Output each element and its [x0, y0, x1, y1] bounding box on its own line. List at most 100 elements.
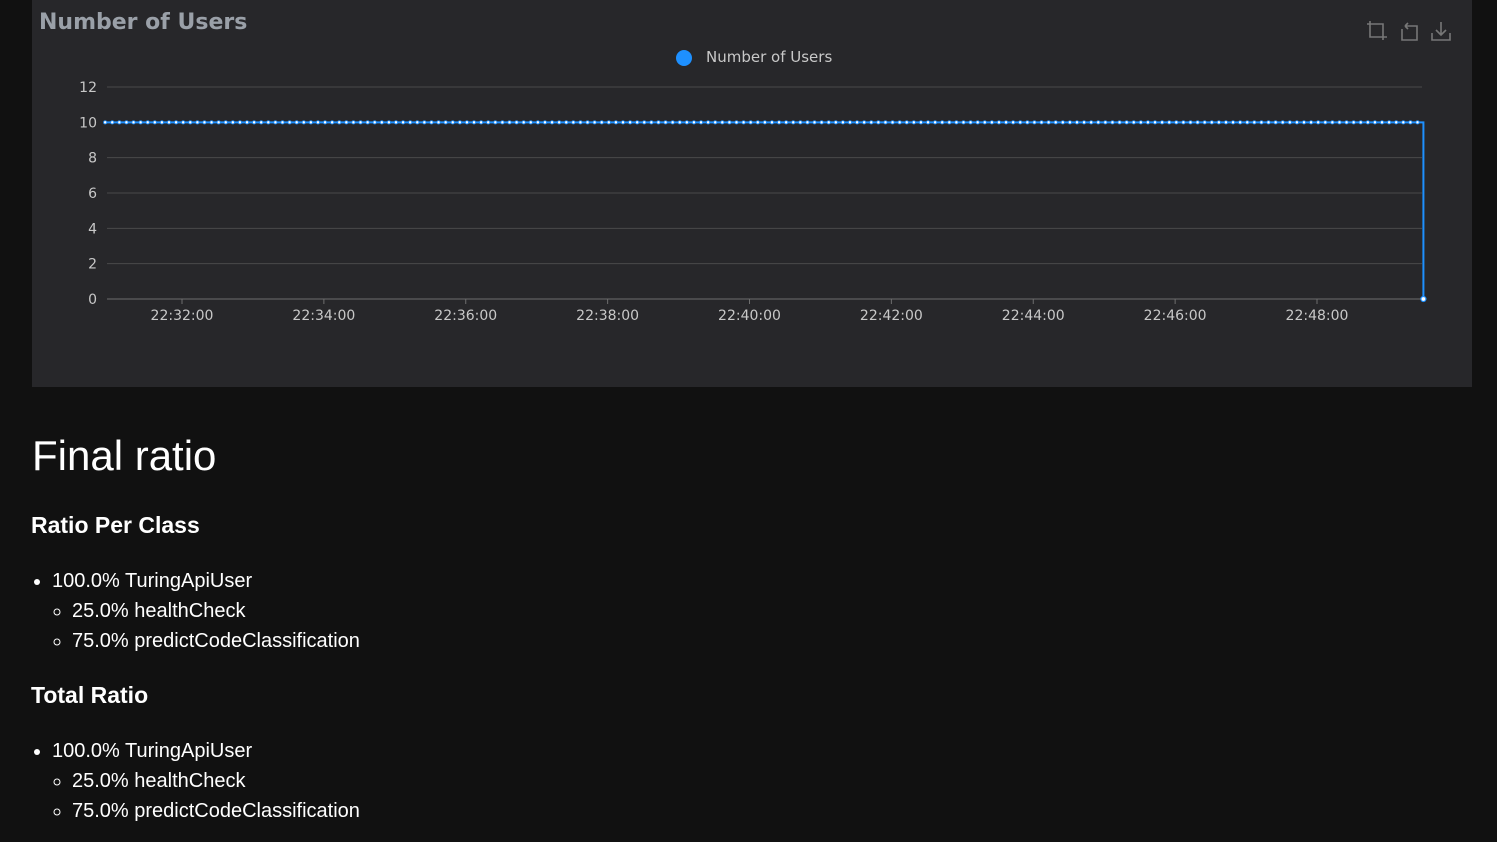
- data-point: [308, 120, 313, 125]
- data-point: [798, 120, 803, 125]
- data-point: [855, 120, 860, 125]
- data-point: [805, 120, 810, 125]
- data-point: [1046, 120, 1051, 125]
- data-point: [159, 120, 164, 125]
- data-point: [592, 120, 597, 125]
- data-point: [117, 120, 122, 125]
- data-point: [833, 120, 838, 125]
- data-point: [486, 120, 491, 125]
- data-point: [862, 120, 867, 125]
- list-item: 25.0% healthCheck: [72, 766, 1432, 796]
- data-point: [223, 120, 228, 125]
- data-point: [1209, 120, 1214, 125]
- y-tick-label: 0: [88, 292, 97, 308]
- data-point: [564, 120, 569, 125]
- data-point: [1018, 120, 1023, 125]
- data-point: [294, 120, 299, 125]
- data-point: [1301, 120, 1306, 125]
- y-tick-label: 2: [88, 257, 97, 273]
- data-point: [1401, 120, 1406, 125]
- data-point: [479, 120, 484, 125]
- data-point: [472, 120, 477, 125]
- data-point: [351, 120, 356, 125]
- total-ratio-list: 100.0% TuringApiUser 25.0% healthCheck 7…: [32, 736, 1432, 826]
- data-point: [259, 120, 264, 125]
- data-point: [464, 120, 469, 125]
- data-point: [883, 120, 888, 125]
- data-point: [1238, 120, 1243, 125]
- sub-list: 25.0% healthCheck 75.0% predictCodeClass…: [52, 766, 1432, 826]
- data-point: [1096, 120, 1101, 125]
- data-point: [599, 120, 604, 125]
- data-point: [1011, 120, 1016, 125]
- y-tick-label: 12: [79, 80, 97, 96]
- data-point: [1195, 120, 1200, 125]
- data-point: [1131, 120, 1136, 125]
- data-point: [1351, 120, 1356, 125]
- x-tick-label: 22:40:00: [718, 308, 781, 324]
- data-point: [401, 120, 406, 125]
- data-point: [1153, 120, 1158, 125]
- data-point: [216, 120, 221, 125]
- data-point: [812, 120, 817, 125]
- list-item: 75.0% predictCodeClassification: [72, 796, 1432, 826]
- data-point: [777, 120, 782, 125]
- data-point: [152, 120, 157, 125]
- data-point: [1223, 120, 1228, 125]
- data-point: [195, 120, 200, 125]
- x-tick-label: 22:32:00: [151, 308, 214, 324]
- y-tick-label: 8: [88, 151, 97, 167]
- data-point: [1245, 120, 1250, 125]
- data-point: [819, 120, 824, 125]
- data-point: [628, 120, 633, 125]
- data-point: [493, 120, 498, 125]
- data-point: [408, 120, 413, 125]
- data-point: [1266, 120, 1271, 125]
- data-point: [436, 120, 441, 125]
- data-point: [1181, 120, 1186, 125]
- data-point: [1074, 120, 1079, 125]
- data-point: [847, 120, 852, 125]
- data-point: [1117, 120, 1122, 125]
- section-title-total-ratio: Total Ratio: [31, 682, 149, 708]
- data-point: [315, 120, 320, 125]
- ratio-per-class-list: 100.0% TuringApiUser 25.0% healthCheck 7…: [32, 566, 1432, 656]
- data-point: [1124, 120, 1129, 125]
- data-point: [514, 120, 519, 125]
- series-line: [105, 121, 1425, 299]
- data-point: [840, 120, 845, 125]
- data-point: [1138, 120, 1143, 125]
- data-point: [940, 120, 945, 125]
- data-point: [642, 120, 647, 125]
- y-tick-label: 10: [79, 115, 97, 131]
- list-item: 25.0% healthCheck: [72, 596, 1432, 626]
- section-title-ratio-per-class: Ratio Per Class: [31, 512, 200, 538]
- data-point: [528, 120, 533, 125]
- data-point: [585, 120, 590, 125]
- data-point: [1344, 120, 1349, 125]
- data-point: [415, 120, 420, 125]
- data-point: [1167, 120, 1172, 125]
- data-point: [1309, 120, 1314, 125]
- data-point: [1408, 120, 1413, 125]
- chart-legend[interactable]: Number of Users: [676, 48, 832, 66]
- data-point: [918, 120, 923, 125]
- data-point: [209, 120, 214, 125]
- data-point: [330, 120, 335, 125]
- data-point: [635, 120, 640, 125]
- data-point: [684, 120, 689, 125]
- data-point: [1216, 120, 1221, 125]
- data-point: [1174, 120, 1179, 125]
- x-tick-label: 22:46:00: [1144, 308, 1207, 324]
- data-point: [138, 120, 143, 125]
- data-point: [691, 120, 696, 125]
- data-point: [1039, 120, 1044, 125]
- data-point: [741, 120, 746, 125]
- data-point: [982, 120, 987, 125]
- data-point: [606, 120, 611, 125]
- data-point: [578, 120, 583, 125]
- data-point: [365, 120, 370, 125]
- data-point: [699, 120, 704, 125]
- data-point: [344, 120, 349, 125]
- data-point: [762, 120, 767, 125]
